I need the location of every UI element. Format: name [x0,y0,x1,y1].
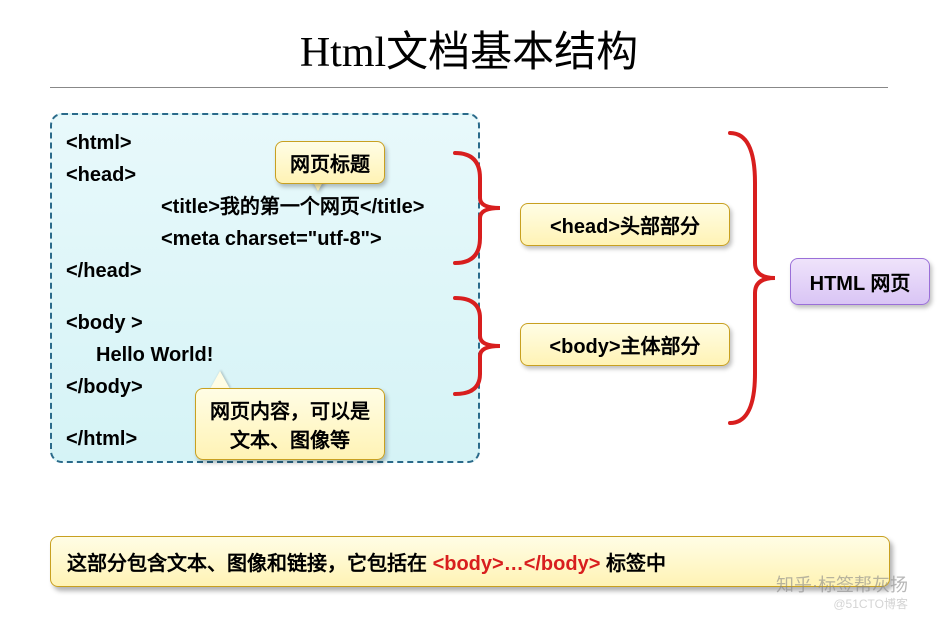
code-line: </head> [66,255,464,287]
callout-text: 网页内容，可以是 [210,395,370,424]
label-body-section: <body>主体部分 [520,323,730,366]
callout-tail-icon [210,371,230,389]
label-head-section: <head>头部部分 [520,203,730,246]
title-underline [50,87,888,88]
page-title: Html文档基本结构 [0,0,938,87]
code-line: Hello World! [96,339,464,371]
watermark-text: 知乎·标签帮灰扬 [776,571,908,597]
code-line: <title>我的第一个网页</title> [161,191,464,223]
label-html-page: HTML 网页 [790,258,930,305]
bottom-note: 这部分包含文本、图像和链接，它包括在 <body>…</body> 标签中 [50,536,890,587]
callout-content: 网页内容，可以是 文本、图像等 [195,388,385,460]
code-line: <meta charset="utf-8"> [161,223,464,255]
note-tag: <body>…</body> [433,553,601,575]
diagram-area: <html> <head> <title>我的第一个网页</title> <me… [50,113,888,483]
note-text: 这部分包含文本、图像和链接，它包括在 [67,553,433,575]
callout-text: 文本、图像等 [210,424,370,453]
code-line: <head> [66,159,464,191]
note-text: 标签中 [600,553,666,575]
watermark-text: @51CTO博客 [833,595,908,612]
code-line: <body > [66,307,464,339]
callout-title: 网页标题 [275,141,385,184]
code-line: <html> [66,127,464,159]
brace-page-icon [720,123,790,433]
